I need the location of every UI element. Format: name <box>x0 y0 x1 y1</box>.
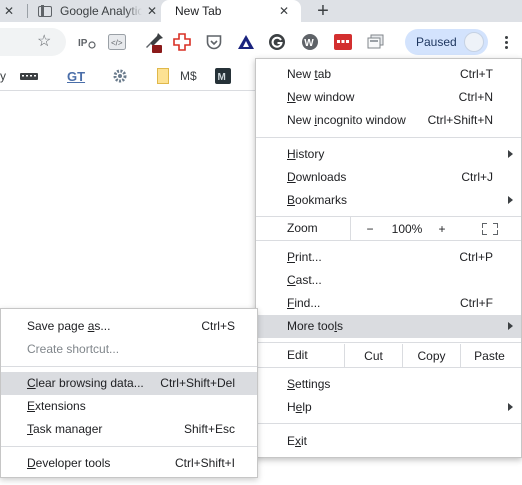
close-icon[interactable]: ✕ <box>4 4 14 18</box>
svg-text:</>: </> <box>111 39 123 48</box>
paste-button[interactable]: Paste <box>461 344 518 367</box>
edit-label: Edit <box>287 348 308 362</box>
menu-item-history[interactable]: History <box>256 143 521 166</box>
red-cross-extension-icon[interactable] <box>172 33 192 51</box>
kebab-menu-icon[interactable] <box>495 31 517 53</box>
tab-title: New Tab <box>175 4 222 18</box>
shortcut: Ctrl+J <box>461 170 493 184</box>
submenu-item-extensions[interactable]: Extensions <box>1 395 257 418</box>
tab-new-tab[interactable]: New Tab ✕ <box>161 0 301 22</box>
star-icon[interactable]: ☆ <box>37 31 51 53</box>
shortcut: Ctrl+T <box>460 67 493 81</box>
submenu-item-developer-tools[interactable]: Developer tools Ctrl+Shift+I <box>1 452 257 475</box>
shortcut: Shift+Esc <box>183 422 235 436</box>
menu-item-settings[interactable]: Settings <box>256 373 521 396</box>
tab-strip: ✕ Google Analytics ✕ New Tab ✕ + <box>0 0 522 22</box>
zoom-in-button[interactable]: + <box>430 217 454 240</box>
menu-edit-row: Edit Cut Copy Paste <box>256 344 521 367</box>
shortcut: Ctrl+Shift+N <box>427 113 493 127</box>
ip-extension-icon[interactable]: IP <box>77 33 97 51</box>
new-tab-button[interactable]: + <box>312 0 334 22</box>
menu-item-print[interactable]: Print... Ctrl+P <box>256 246 521 269</box>
menu-item-find[interactable]: Find... Ctrl+F <box>256 292 521 315</box>
shortcut: Ctrl+Shift+Del <box>160 376 235 390</box>
folder-icon[interactable] <box>157 67 171 85</box>
red-grid-extension-icon[interactable] <box>333 33 353 51</box>
paused-label: Paused <box>416 35 457 49</box>
code-extension-icon[interactable]: </> <box>107 33 127 51</box>
keyboard-icon[interactable] <box>20 67 40 85</box>
menu-divider <box>1 446 257 447</box>
zoom-label: Zoom <box>287 221 318 235</box>
menu-item-new-tab[interactable]: New tab Ctrl+T <box>256 63 521 86</box>
shortcut: Ctrl+F <box>460 296 493 310</box>
menu-zoom-row: Zoom − 100% + <box>256 217 521 240</box>
cards-extension-icon[interactable] <box>366 33 386 51</box>
pocket-extension-icon[interactable] <box>204 33 224 51</box>
eyedropper-extension-icon[interactable] <box>143 31 165 53</box>
bookmark-ms[interactable]: M$ <box>180 67 202 85</box>
omnibox[interactable] <box>0 28 66 56</box>
close-icon[interactable]: ✕ <box>147 4 157 18</box>
shortcut: Ctrl+N <box>458 90 493 104</box>
zoom-out-button[interactable]: − <box>356 217 384 240</box>
tab-previous[interactable]: ✕ <box>0 0 28 22</box>
shortcut: Ctrl+Shift+I <box>174 456 235 470</box>
bookmark-y[interactable]: y <box>0 67 8 85</box>
submenu-arrow-icon <box>508 150 513 158</box>
submenu-item-save-page-as[interactable]: Save page as... Ctrl+S <box>1 315 257 338</box>
toolbar: ☆ IP </> W Paused <box>0 22 522 62</box>
bookmark-gt[interactable]: GT <box>67 67 89 85</box>
menu-divider <box>256 342 521 343</box>
settings-gear-icon[interactable] <box>112 67 130 85</box>
analytics-favicon-icon <box>38 5 52 17</box>
submenu-item-task-manager[interactable]: Task manager Shift+Esc <box>1 418 257 441</box>
copy-button[interactable]: Copy <box>403 344 460 367</box>
menu-item-help[interactable]: Help <box>256 396 521 419</box>
menu-item-cast[interactable]: Cast... <box>256 269 521 292</box>
menu-divider <box>256 423 521 424</box>
submenu-item-create-shortcut: Create shortcut... <box>27 342 120 356</box>
shortcut: Ctrl+S <box>201 319 235 333</box>
avatar <box>464 32 484 52</box>
menu-item-downloads[interactable]: Downloads Ctrl+J <box>256 166 521 189</box>
triangle-extension-icon[interactable] <box>236 33 256 51</box>
svg-text:W: W <box>304 38 314 49</box>
chrome-main-menu: New tab Ctrl+T New window Ctrl+N New inc… <box>255 58 522 458</box>
menu-item-exit[interactable]: Exit <box>256 430 521 453</box>
submenu-arrow-icon <box>508 322 513 330</box>
fullscreen-button[interactable] <box>476 217 504 240</box>
svg-text:M: M <box>218 72 226 83</box>
menu-item-bookmarks[interactable]: Bookmarks <box>256 189 521 212</box>
tab-google-analytics[interactable]: Google Analytics ✕ <box>28 0 161 22</box>
more-tools-submenu: Save page as... Ctrl+S Create shortcut..… <box>0 308 258 478</box>
cut-button[interactable]: Cut <box>345 344 402 367</box>
menu-item-new-window[interactable]: New window Ctrl+N <box>256 86 521 109</box>
close-icon[interactable]: ✕ <box>279 4 289 18</box>
zoom-level: 100% <box>391 221 423 236</box>
tab-title: Google Analytics <box>60 4 142 18</box>
shortcut: Ctrl+P <box>459 250 493 264</box>
bookmark-m-icon[interactable]: M <box>215 67 233 85</box>
fullscreen-icon <box>482 222 498 235</box>
svg-text:IP: IP <box>78 38 88 49</box>
w-circle-extension-icon[interactable]: W <box>300 33 320 51</box>
menu-item-more-tools[interactable]: More tools <box>256 315 521 338</box>
submenu-arrow-icon <box>508 403 513 411</box>
menu-item-new-incognito-window[interactable]: New incognito window Ctrl+Shift+N <box>256 109 521 132</box>
submenu-arrow-icon <box>508 196 513 204</box>
menu-divider <box>256 367 521 368</box>
g-circle-extension-icon[interactable] <box>267 33 287 51</box>
profile-paused-button[interactable]: Paused <box>405 29 488 55</box>
menu-divider <box>1 366 257 367</box>
submenu-item-clear-browsing-data[interactable]: Clear browsing data... Ctrl+Shift+Del <box>1 372 257 395</box>
menu-divider <box>256 240 521 241</box>
menu-divider <box>256 137 521 138</box>
